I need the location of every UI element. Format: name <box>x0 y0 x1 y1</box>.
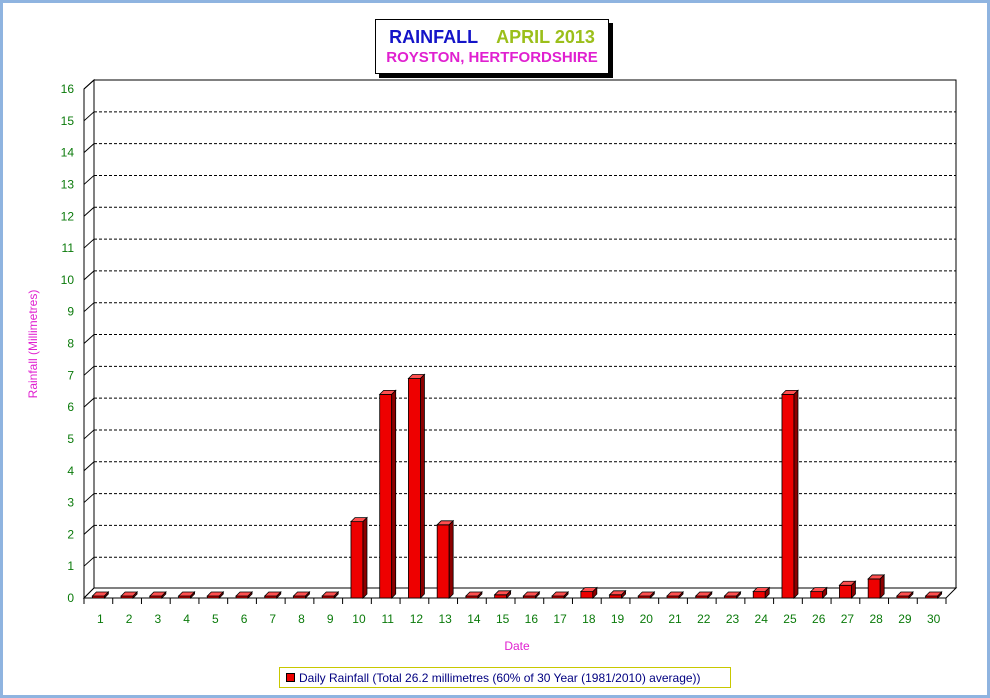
legend-label: Daily Rainfall (Total 26.2 millimetres (… <box>299 670 701 685</box>
bar <box>609 594 622 599</box>
y-tick-label: 1 <box>67 559 74 573</box>
y-tick-label: 10 <box>61 273 75 287</box>
x-tick-label: 27 <box>841 612 855 626</box>
bar <box>379 393 393 599</box>
x-tick-label: 21 <box>668 612 682 626</box>
x-tick-label: 11 <box>381 612 394 626</box>
x-tick-label: 12 <box>410 612 424 626</box>
x-tick-label: 2 <box>126 612 133 626</box>
x-tick-label: 26 <box>812 612 826 626</box>
bar <box>867 578 881 599</box>
x-tick-label: 6 <box>241 612 248 626</box>
bar-side <box>362 516 368 599</box>
x-tick-label: 28 <box>869 612 883 626</box>
bar-side <box>448 519 454 599</box>
y-tick-label: 16 <box>61 82 75 96</box>
x-tick-label: 17 <box>553 612 567 626</box>
x-tick-label: 20 <box>640 612 654 626</box>
y-axis-label: Rainfall (Millimetres) <box>26 290 40 399</box>
bar <box>810 591 824 599</box>
x-tick-label: 14 <box>467 612 481 626</box>
x-tick-label: 24 <box>755 612 769 626</box>
bar <box>580 591 594 599</box>
bar-side <box>391 389 397 599</box>
bar <box>408 378 421 599</box>
y-tick-label: 12 <box>61 209 75 223</box>
bar <box>781 393 795 599</box>
x-tick-label: 4 <box>183 612 190 626</box>
y-tick-label: 4 <box>67 464 74 478</box>
legend: Daily Rainfall (Total 26.2 millimetres (… <box>279 667 731 688</box>
y-tick-label: 9 <box>67 305 74 319</box>
x-tick-label: 10 <box>352 612 366 626</box>
legend-swatch <box>286 673 295 682</box>
x-tick-label: 19 <box>611 612 625 626</box>
x-tick-label: 23 <box>726 612 740 626</box>
y-tick-label: 0 <box>67 591 74 605</box>
bar <box>839 584 852 599</box>
rainfall-chart: 0123456789101112131415161 2 3 4 5 6 7 8 9 10 11 12 1… <box>26 78 958 653</box>
x-tick-label: 8 <box>298 612 305 626</box>
x-tick-label: 18 <box>582 612 596 626</box>
x-tick-label: 9 <box>327 612 334 626</box>
y-tick-label: 13 <box>61 177 75 191</box>
bar <box>494 594 508 599</box>
bar <box>436 524 450 599</box>
bar-side <box>420 373 425 599</box>
x-tick-label: 15 <box>496 612 510 626</box>
y-tick-label: 5 <box>67 432 74 446</box>
y-tick-label: 2 <box>67 527 74 541</box>
x-tick-label: 29 <box>898 612 912 626</box>
y-tick-label: 11 <box>62 241 75 255</box>
bar <box>752 591 766 599</box>
y-tick-label: 15 <box>61 114 75 128</box>
bar-side <box>793 389 799 599</box>
x-tick-label: 22 <box>697 612 711 626</box>
x-tick-label: 3 <box>154 612 161 626</box>
x-axis-label: Date <box>504 639 530 653</box>
bar-side <box>879 573 885 599</box>
y-tick-label: 3 <box>67 496 74 510</box>
x-tick-label: 25 <box>783 612 797 626</box>
y-tick-label: 8 <box>67 337 74 351</box>
x-tick-label: 5 <box>212 612 219 626</box>
x-tick-label: 30 <box>927 612 941 626</box>
bar <box>350 521 364 599</box>
y-tick-label: 7 <box>67 368 74 382</box>
y-tick-label: 6 <box>67 400 74 414</box>
x-tick-label: 13 <box>438 612 452 626</box>
x-tick-label: 1 <box>97 612 104 626</box>
x-tick-label: 7 <box>269 612 276 626</box>
y-tick-label: 14 <box>61 146 75 160</box>
x-tick-label: 16 <box>525 612 539 626</box>
